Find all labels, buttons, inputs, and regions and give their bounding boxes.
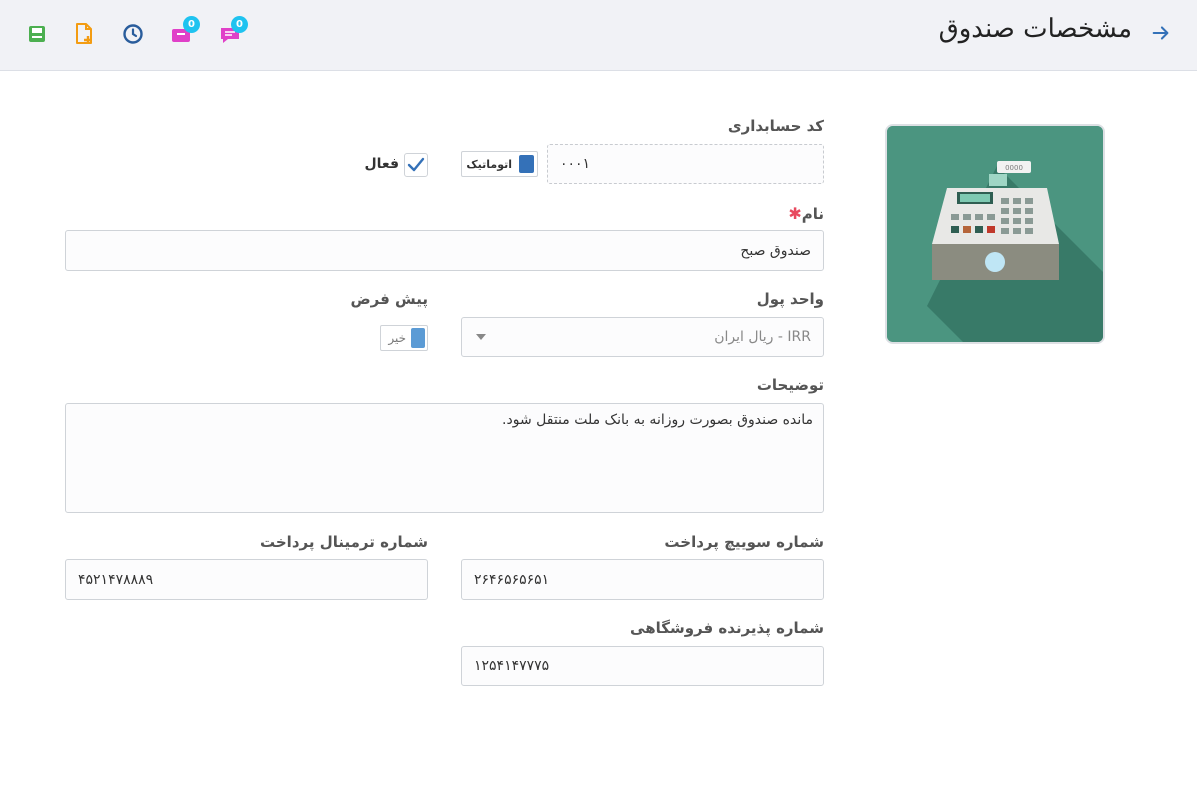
svg-text:0000: 0000 xyxy=(1005,164,1023,172)
active-label: فعال xyxy=(364,156,399,172)
save-icon[interactable] xyxy=(25,22,49,46)
accounting-code-input[interactable]: ۰۰۰۱ xyxy=(547,144,824,184)
name-label: نام✱ xyxy=(784,204,824,223)
accounting-code-label: کد حسابداری xyxy=(727,117,824,135)
active-checkbox[interactable] xyxy=(404,153,428,177)
page-header: مشخصات صندوق 0 0 xyxy=(0,0,1197,71)
default-toggle-label: خیر xyxy=(388,331,406,345)
auto-code-toggle[interactable]: اتوماتیک xyxy=(461,151,538,177)
name-label-text: نام xyxy=(801,205,824,223)
clock-icon[interactable] xyxy=(121,22,145,46)
switch-number-value: ۲۶۴۶۵۶۵۶۵۱ xyxy=(474,571,550,588)
default-label: پیش فرض xyxy=(350,290,428,308)
default-toggle[interactable]: خیر xyxy=(380,325,428,351)
dropdown-caret-icon xyxy=(476,334,486,340)
terminal-number-input[interactable]: ۴۵۲۱۴۷۸۸۸۹ xyxy=(65,559,428,600)
description-label: توضیحات xyxy=(756,376,824,394)
required-asterisk-icon: ✱ xyxy=(788,204,802,223)
switch-number-input[interactable]: ۲۶۴۶۵۶۵۶۵۱ xyxy=(461,559,824,600)
cash-register-image[interactable]: 0000 xyxy=(885,124,1105,344)
merchant-number-input[interactable]: ۱۲۵۴۱۴۷۷۷۵ xyxy=(461,646,824,686)
new-file-icon[interactable] xyxy=(72,22,96,46)
auto-toggle-label: اتوماتیک xyxy=(466,157,512,171)
toggle-knob xyxy=(519,155,534,173)
name-input[interactable]: صندوق صبح xyxy=(65,230,824,271)
switch-number-label: شماره سوییچ پرداخت xyxy=(664,533,824,551)
merchant-number-label: شماره پذیرنده فروشگاهی xyxy=(630,619,824,637)
default-toggle-knob xyxy=(411,328,425,348)
terminal-number-label: شماره ترمینال پرداخت xyxy=(259,533,428,551)
page-title: مشخصات صندوق xyxy=(938,14,1132,44)
accounting-code-value: ۰۰۰۱ xyxy=(560,156,591,172)
merchant-number-value: ۱۲۵۴۱۴۷۷۷۵ xyxy=(474,658,550,674)
arrow-right-icon[interactable] xyxy=(1150,22,1172,44)
inbox-count-badge: 0 xyxy=(183,16,200,33)
check-icon xyxy=(407,157,425,172)
currency-label: واحد پول xyxy=(756,290,824,308)
currency-value: IRR - ریال ایران xyxy=(714,329,811,345)
description-value: مانده صندوق بصورت روزانه به بانک ملت منت… xyxy=(502,412,813,428)
currency-select[interactable]: IRR - ریال ایران xyxy=(461,317,824,357)
name-value: صندوق صبح xyxy=(740,242,811,259)
terminal-number-value: ۴۵۲۱۴۷۸۸۸۹ xyxy=(78,571,154,588)
description-textarea[interactable]: مانده صندوق بصورت روزانه به بانک ملت منت… xyxy=(65,403,824,513)
cash-register-icon: 0000 xyxy=(887,126,1103,342)
chat-count-badge: 0 xyxy=(231,16,248,33)
